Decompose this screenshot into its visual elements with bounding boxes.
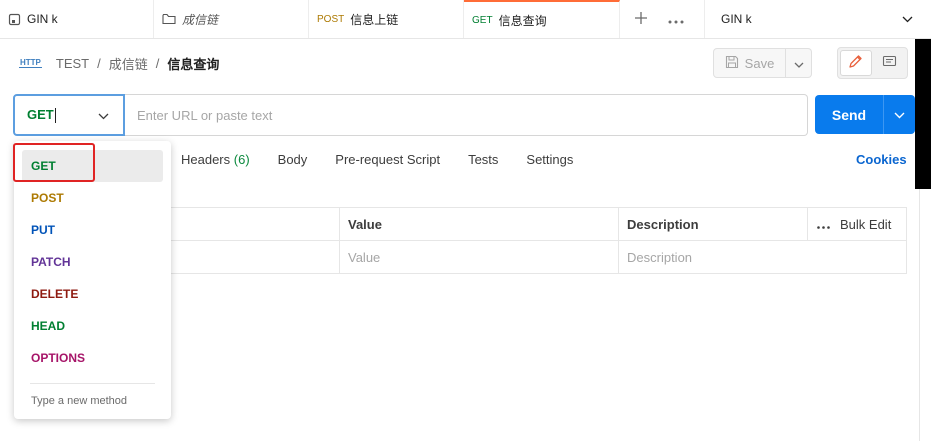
tab-headers-label: Headers (181, 151, 231, 167)
column-divider (807, 208, 808, 241)
save-button[interactable]: Save (713, 48, 786, 78)
tab-gin-k[interactable]: GIN k (0, 0, 154, 38)
request-tabs: Headers (6) Body Pre-request Script Test… (181, 146, 573, 172)
breadcrumb-separator: / (155, 55, 160, 71)
tab-headers[interactable]: Headers (6) (181, 152, 250, 167)
tab-label: 成信链 (182, 12, 219, 27)
breadcrumb-separator: / (97, 55, 101, 71)
send-options-button[interactable] (883, 95, 915, 134)
edit-mode-button[interactable] (840, 50, 872, 76)
request-doc-icon (8, 13, 21, 26)
chevron-down-icon (98, 108, 109, 123)
method-option-post[interactable]: POST (14, 182, 171, 214)
folder-icon (162, 13, 176, 25)
comments-button[interactable] (874, 50, 905, 76)
params-table: Value Description Bulk Edit Value Descri… (170, 207, 907, 274)
tab-label: 信息上链 (350, 12, 399, 27)
plus-icon (634, 11, 648, 28)
new-tab-button[interactable] (627, 0, 655, 38)
send-group: Send (815, 95, 915, 134)
environment-selector[interactable]: GIN k (704, 0, 919, 38)
method-option-put[interactable]: PUT (14, 214, 171, 246)
chevron-down-icon (794, 56, 804, 71)
pencil-icon (848, 54, 863, 72)
bulk-edit-button[interactable]: Bulk Edit (807, 208, 907, 241)
tab-body[interactable]: Body (278, 152, 308, 167)
breadcrumb-folder[interactable]: 成信链 (109, 54, 148, 73)
method-badge: POST (317, 13, 345, 25)
tab-folder[interactable]: 成信链 (154, 0, 309, 38)
column-divider (339, 208, 340, 273)
ellipsis-icon (668, 12, 684, 27)
tab-bar: GIN k 成信链 POST 信息上链 GET 信息查询 GIN k (0, 0, 931, 39)
method-option-delete[interactable]: DELETE (14, 278, 171, 310)
tab-tests[interactable]: Tests (468, 152, 498, 167)
method-option-head[interactable]: HEAD (14, 310, 171, 342)
save-label: Save (744, 55, 775, 71)
tab-post-request[interactable]: POST 信息上链 (309, 0, 464, 38)
headers-count: (6) (233, 151, 250, 167)
method-option-get[interactable]: GET (22, 150, 163, 182)
url-input[interactable] (125, 94, 808, 136)
breadcrumb: HTTP TEST / 成信链 / 信息查询 (19, 50, 219, 76)
cookies-link[interactable]: Cookies (856, 146, 907, 172)
chevron-down-icon (894, 107, 905, 122)
http-icon: HTTP (19, 58, 42, 68)
method-select[interactable]: GET (13, 94, 125, 136)
save-group: Save (713, 48, 812, 78)
table-header-row: Value Description Bulk Edit (170, 208, 907, 241)
ellipsis-icon (817, 217, 830, 232)
method-badge: GET (472, 14, 493, 26)
text-cursor (54, 108, 56, 124)
environment-label: GIN k (721, 12, 752, 26)
comment-icon (882, 55, 897, 72)
column-header-value: Value (348, 217, 382, 232)
send-button[interactable]: Send (815, 95, 883, 134)
chevron-down-icon (902, 12, 913, 26)
breadcrumb-workspace[interactable]: TEST (56, 56, 89, 71)
view-mode-toggle (837, 47, 908, 79)
save-options-button[interactable] (786, 48, 812, 78)
tab-label: GIN k (27, 12, 58, 26)
panel-divider (919, 189, 920, 441)
tab-label: 信息查询 (498, 13, 547, 28)
method-option-patch[interactable]: PATCH (14, 246, 171, 278)
table-row: Value Description (170, 241, 907, 274)
tab-pre-request-script[interactable]: Pre-request Script (335, 152, 440, 167)
method-select-value: GET (27, 106, 54, 122)
column-header-description: Description (627, 217, 699, 232)
tab-get-request[interactable]: GET 信息查询 (464, 0, 620, 38)
method-option-options[interactable]: OPTIONS (14, 342, 171, 374)
bulk-edit-label: Bulk Edit (840, 217, 892, 232)
tab-settings[interactable]: Settings (526, 152, 573, 167)
column-divider (618, 208, 619, 273)
breadcrumb-request[interactable]: 信息查询 (167, 54, 219, 73)
menu-divider (30, 383, 155, 384)
window-edge (915, 39, 931, 189)
tab-options-button[interactable] (661, 0, 691, 38)
method-dropdown: GET POST PUT PATCH DELETE HEAD OPTIONS T… (14, 141, 171, 419)
save-icon (725, 55, 739, 72)
custom-method-input[interactable]: Type a new method (14, 385, 171, 417)
description-input[interactable]: Description (619, 241, 907, 274)
value-input[interactable]: Value (340, 241, 619, 274)
